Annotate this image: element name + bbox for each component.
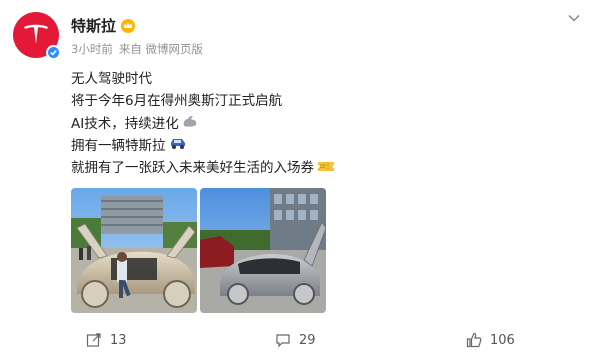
like-icon [466, 332, 482, 348]
post-line: 拥有一辆特斯拉 [71, 135, 335, 157]
crown-badge-icon[interactable] [120, 18, 136, 34]
comment-count: 29 [299, 332, 316, 348]
comment-button[interactable]: 29 [275, 332, 316, 348]
car-icon [169, 135, 187, 157]
chevron-down-icon[interactable] [567, 11, 581, 25]
post-image-1[interactable] [71, 188, 197, 313]
tesla-cybercab-parked [200, 188, 326, 313]
ticket-icon [317, 157, 335, 179]
share-button[interactable]: 13 [86, 332, 127, 348]
author-name[interactable]: 特斯拉 [71, 15, 116, 36]
share-icon [86, 333, 101, 347]
tesla-cybercab-open-doors [71, 188, 197, 313]
share-count: 13 [110, 332, 127, 348]
tesla-logo-icon [24, 24, 48, 44]
post-line: 无人驾驶时代 [71, 71, 152, 87]
post-line: 就拥有了一张跃入未来美好生活的入场券 [71, 157, 335, 179]
post-content: 无人驾驶时代 将于今年6月在得州奥斯汀正式启航 AI技术，持续进化 拥有一辆特斯… [71, 68, 335, 179]
post-image-2[interactable] [200, 188, 326, 313]
like-count: 106 [490, 332, 515, 348]
like-button[interactable]: 106 [466, 332, 515, 348]
post-line: AI技术，持续进化 [71, 113, 335, 135]
post-line: 将于今年6月在得州奥斯汀正式启航 [71, 93, 283, 110]
flexed-biceps-icon [182, 113, 198, 135]
verified-icon [46, 45, 61, 60]
comment-icon [276, 334, 290, 348]
post-source: 来自 微博网页版 [118, 42, 203, 56]
post-time[interactable]: 3小时前 [71, 41, 113, 57]
action-bar: 13 29 106 [0, 326, 600, 356]
post-meta: 3小时前 来自 微博网页版 [71, 41, 203, 57]
